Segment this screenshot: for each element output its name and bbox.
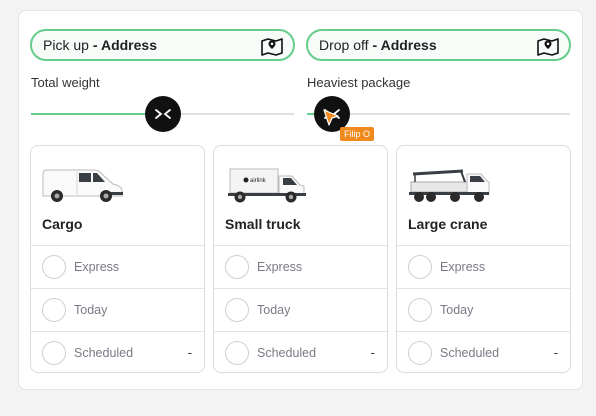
pickup-label: Pick up — [43, 37, 89, 53]
vehicle-name: Small truck — [225, 216, 301, 232]
crane-truck-icon — [409, 169, 490, 202]
pickup-value: - Address — [92, 37, 157, 53]
dropoff-value: - Address — [372, 37, 437, 53]
radio-button[interactable] — [42, 341, 66, 365]
delivery-option-express[interactable]: Express — [31, 245, 204, 288]
map-pin-icon[interactable] — [261, 36, 283, 56]
option-label: Today — [440, 303, 474, 317]
option-label: Today — [257, 303, 291, 317]
option-label: Scheduled — [440, 346, 500, 360]
radio-button[interactable] — [408, 298, 432, 322]
collapse-arrows-icon — [155, 109, 171, 119]
delivery-option-today[interactable]: Today — [397, 288, 570, 331]
option-label: Scheduled — [74, 346, 134, 360]
heaviest-package-label: Heaviest package — [307, 75, 411, 90]
option-label: Today — [74, 303, 108, 317]
radio-button[interactable] — [225, 255, 249, 279]
dropoff-label: Drop off — [319, 37, 369, 53]
map-pin-icon[interactable] — [537, 36, 559, 56]
radio-button[interactable] — [42, 298, 66, 322]
dropoff-address-field[interactable]: Drop off - Address — [306, 29, 571, 61]
delivery-option-scheduled[interactable]: Scheduled - — [397, 331, 570, 374]
vehicle-card-small-truck[interactable]: airlink Small truck Express Today Schedu… — [213, 145, 388, 373]
radio-button[interactable] — [225, 298, 249, 322]
delivery-option-today[interactable]: Today — [31, 288, 204, 331]
truck-brand-logo: airlink — [250, 178, 267, 184]
small-truck-icon: airlink — [228, 168, 306, 203]
option-label: Scheduled — [257, 346, 317, 360]
vehicle-name: Large crane — [408, 216, 488, 232]
delivery-option-scheduled[interactable]: Scheduled - — [31, 331, 204, 374]
option-price: - — [370, 345, 375, 360]
vehicle-card-cargo[interactable]: Cargo Express Today Scheduled - — [30, 145, 205, 373]
vehicle-name: Cargo — [42, 216, 83, 232]
delivery-option-express[interactable]: Express — [214, 245, 387, 288]
radio-button[interactable] — [225, 341, 249, 365]
vehicle-card-large-crane[interactable]: Large crane Express Today Scheduled - — [396, 145, 571, 373]
total-weight-slider-handle[interactable] — [145, 96, 181, 132]
pickup-address-field[interactable]: Pick up - Address — [30, 29, 295, 61]
option-label: Express — [257, 260, 303, 274]
option-label: Express — [74, 260, 120, 274]
delivery-option-express[interactable]: Express — [397, 245, 570, 288]
cursor-user-tooltip: Filip O — [340, 127, 375, 141]
radio-button[interactable] — [42, 255, 66, 279]
radio-button[interactable] — [408, 341, 432, 365]
radio-button[interactable] — [408, 255, 432, 279]
total-weight-fill — [31, 113, 163, 115]
delivery-option-today[interactable]: Today — [214, 288, 387, 331]
option-price: - — [553, 345, 558, 360]
delivery-option-scheduled[interactable]: Scheduled - — [214, 331, 387, 374]
option-price: - — [187, 345, 192, 360]
total-weight-label: Total weight — [31, 75, 100, 90]
mouse-cursor-icon — [323, 109, 339, 126]
option-label: Express — [440, 260, 486, 274]
van-icon — [42, 169, 123, 202]
